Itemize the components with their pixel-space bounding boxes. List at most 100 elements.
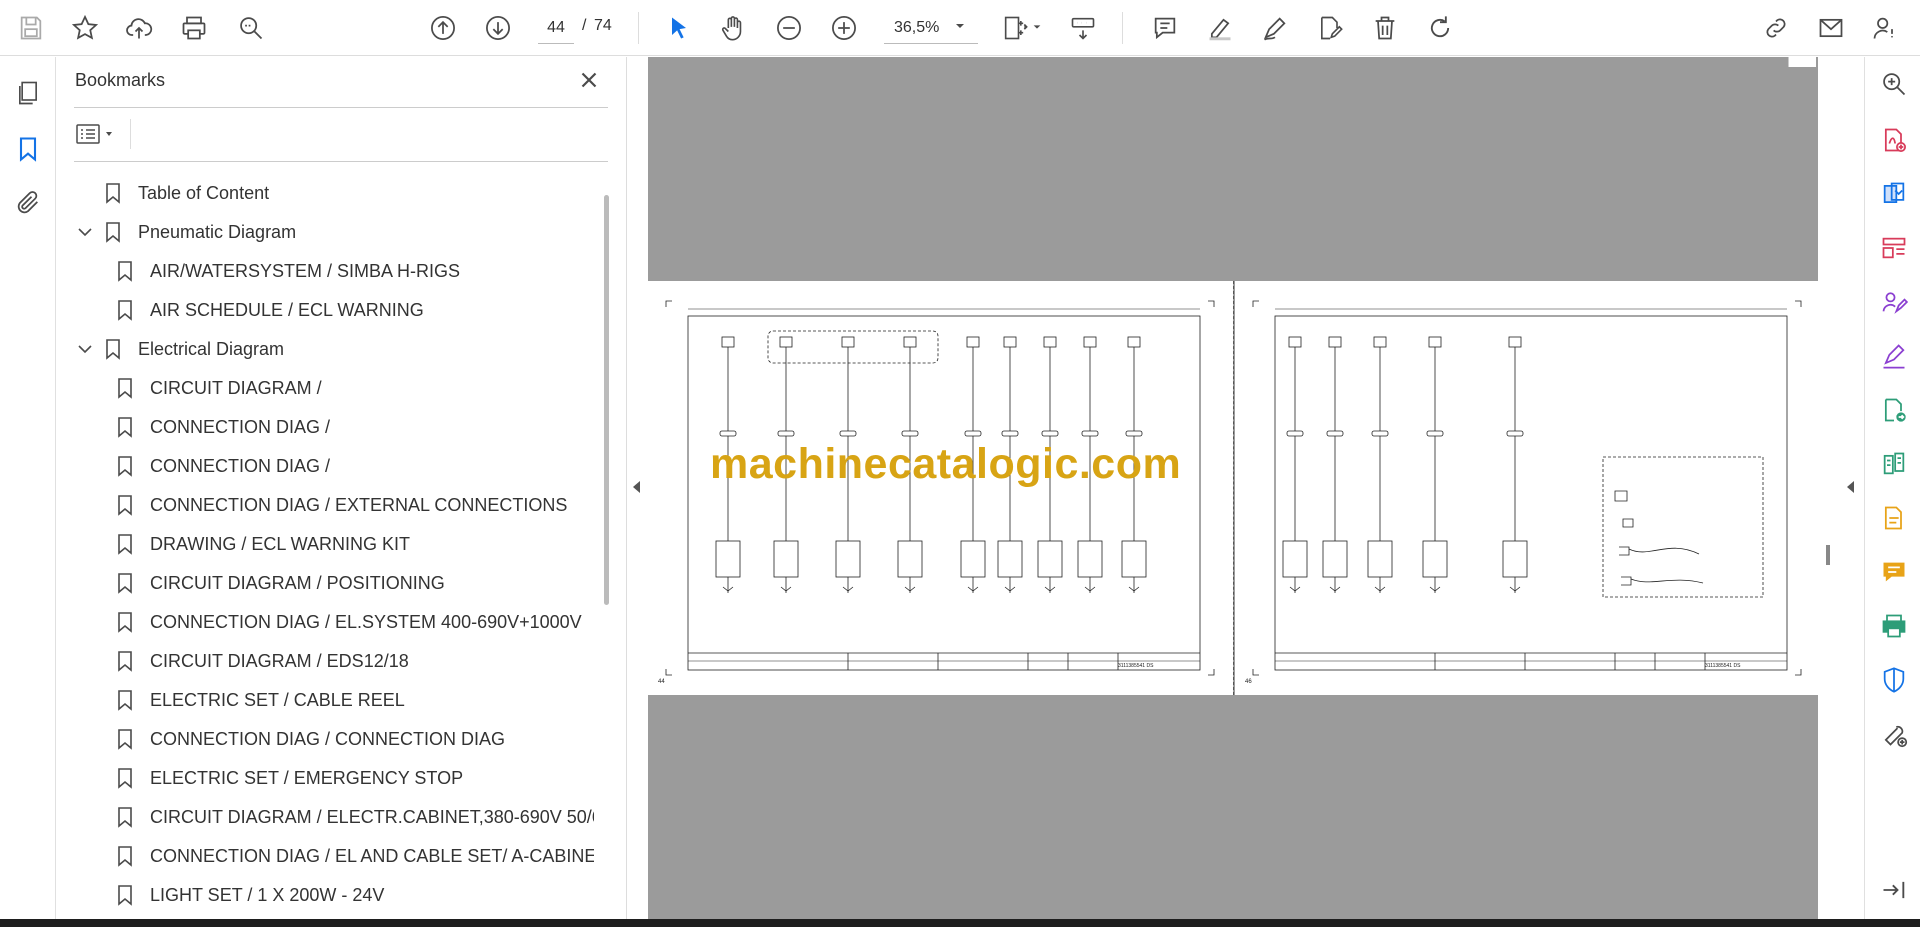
bookmark-label: AIR/WATERSYSTEM / SIMBA H-RIGS — [150, 260, 461, 281]
page-fit-icon[interactable] — [996, 9, 1034, 47]
page-fit-dropdown-icon[interactable] — [1032, 22, 1042, 32]
rotate-icon[interactable] — [1421, 9, 1459, 47]
main-toolbar: / 74 — [0, 0, 1920, 56]
right-tools-rail — [1864, 57, 1920, 919]
bookmarks-scrollbar-thumb[interactable] — [604, 195, 609, 605]
edit-text-icon[interactable] — [1311, 9, 1349, 47]
bookmark-item[interactable]: Electrical Diagram — [76, 333, 284, 365]
email-icon[interactable] — [1812, 9, 1850, 47]
bookmark-item[interactable]: ELECTRIC SET / CABLE REEL — [116, 684, 405, 716]
bookmark-label: CIRCUIT DIAGRAM / POSITIONING — [150, 572, 445, 593]
bookmark-ribbon-icon — [118, 261, 132, 282]
bookmark-ribbon-icon — [106, 183, 120, 204]
protect-shield-icon[interactable] — [1877, 663, 1911, 697]
panel-splitter[interactable] — [626, 57, 627, 919]
panel-divider — [74, 161, 608, 162]
star-bookmark-icon[interactable] — [66, 9, 104, 47]
create-pdf-icon[interactable] — [1877, 177, 1911, 211]
bookmarks-panel-icon[interactable] — [10, 131, 46, 167]
bookmark-item[interactable]: CONNECTION DIAG / EXTERNAL CONNECTIONS — [116, 489, 567, 521]
select-tool-icon[interactable] — [660, 9, 698, 47]
bookmark-item[interactable]: CIRCUIT DIAGRAM / — [116, 372, 322, 404]
comment-tool-icon[interactable] — [1877, 555, 1911, 589]
hand-tool-icon[interactable] — [714, 9, 752, 47]
bookmark-item[interactable]: CIRCUIT DIAGRAM / EDS12/18 — [116, 645, 409, 677]
bookmark-item[interactable]: CONNECTION DIAG / CONNECTION DIAG — [116, 723, 505, 755]
panel-divider — [74, 107, 608, 108]
bookmark-ribbon-icon — [118, 807, 132, 828]
comment-icon[interactable] — [1146, 9, 1184, 47]
zoom-dropdown-icon[interactable] — [954, 20, 966, 32]
request-signatures-icon[interactable] — [1877, 285, 1911, 319]
bookmark-ribbon-icon — [118, 768, 132, 789]
delete-icon[interactable] — [1366, 9, 1404, 47]
schematic-drawing-right: 46 3111385541 DS — [1245, 300, 1802, 685]
bookmarks-panel-title: Bookmarks — [75, 70, 166, 90]
document-page-right: 46 3111385541 DS — [1235, 281, 1819, 695]
bookmark-item[interactable]: ELECTRIC SET / EMERGENCY STOP — [116, 762, 463, 794]
bookmark-options-button[interactable] — [74, 119, 122, 149]
bookmark-item[interactable]: CONNECTION DIAG / EL.SYSTEM 400-690V+100… — [116, 606, 582, 638]
save-icon[interactable] — [12, 9, 50, 47]
close-icon[interactable] — [576, 67, 602, 93]
bookmark-label: CONNECTION DIAG / — [150, 455, 331, 476]
cloud-upload-icon[interactable] — [120, 9, 158, 47]
share-link-icon[interactable] — [1757, 9, 1795, 47]
zoom-in-icon[interactable] — [825, 9, 863, 47]
draw-pen-icon[interactable] — [1256, 9, 1294, 47]
zoom-tool-icon[interactable] — [1877, 67, 1911, 101]
print-production-icon[interactable] — [1877, 609, 1911, 643]
collapse-right-panel-icon[interactable] — [1844, 478, 1858, 496]
toolbar-divider — [638, 12, 639, 44]
bookmark-item[interactable]: DRAWING / ECL WARNING KIT — [116, 528, 410, 560]
compare-files-icon[interactable] — [1877, 447, 1911, 481]
fill-sign-icon[interactable] — [1877, 339, 1911, 373]
highlight-icon[interactable] — [1201, 9, 1239, 47]
bookmark-ribbon-icon — [106, 222, 120, 243]
taskbar-strip — [0, 919, 1920, 927]
bookmark-label: ELECTRIC SET / EMERGENCY STOP — [150, 767, 464, 788]
bookmark-item[interactable]: AIR SCHEDULE / ECL WARNING — [116, 294, 424, 326]
chevron-down-icon[interactable] — [76, 223, 94, 241]
document-scrollbar-thumb[interactable] — [1826, 545, 1830, 565]
scan-ocr-icon[interactable] — [1877, 501, 1911, 535]
bookmark-ribbon-icon — [106, 339, 120, 360]
chevron-down-icon[interactable] — [76, 340, 94, 358]
bookmark-label: Pneumatic Diagram — [138, 221, 297, 242]
export-pdf-icon[interactable] — [1877, 123, 1911, 157]
account-protect-icon[interactable] — [1866, 9, 1904, 47]
previous-page-icon[interactable] — [424, 9, 462, 47]
bookmark-ribbon-icon — [118, 378, 132, 399]
bookmark-item[interactable]: AIR/WATERSYSTEM / SIMBA H-RIGS — [116, 255, 460, 287]
expand-tools-panel-icon[interactable] — [1877, 873, 1911, 907]
scrolling-mode-icon[interactable] — [1064, 9, 1102, 47]
bookmark-item[interactable]: CONNECTION DIAG / EL AND CABLE SET/ A-CA… — [116, 840, 594, 872]
bookmark-label: DRAWING / ECL WARNING KIT — [150, 533, 411, 554]
print-icon[interactable] — [175, 9, 213, 47]
bookmark-ribbon-icon — [118, 417, 132, 438]
watermark-text: machinecatalogic.com — [710, 440, 1182, 488]
page-thumbnails-icon[interactable] — [10, 75, 46, 111]
bookmark-item[interactable]: LIGHT SET / 1 X 200W - 24V — [116, 879, 384, 911]
page-number-input[interactable] — [538, 12, 574, 44]
zoom-out-icon[interactable] — [770, 9, 808, 47]
collapse-left-panel-icon[interactable] — [630, 478, 644, 496]
bookmark-ribbon-icon — [118, 456, 132, 477]
send-for-review-icon[interactable] — [1877, 393, 1911, 427]
bookmark-item[interactable]: CONNECTION DIAG / — [116, 411, 330, 443]
bookmark-label: CONNECTION DIAG / EXTERNAL CONNECTIONS — [150, 494, 568, 515]
bookmark-item[interactable]: Table of Content — [76, 177, 269, 209]
attachments-icon[interactable] — [10, 185, 46, 221]
bookmark-label: CIRCUIT DIAGRAM / EDS12/18 — [150, 650, 409, 671]
organize-pages-icon[interactable] — [1877, 231, 1911, 265]
bookmark-item[interactable]: CONNECTION DIAG / — [116, 450, 330, 482]
bookmark-item[interactable]: CIRCUIT DIAGRAM / POSITIONING — [116, 567, 445, 599]
more-tools-icon[interactable] — [1877, 717, 1911, 751]
next-page-icon[interactable] — [479, 9, 517, 47]
list-options-icon — [76, 124, 112, 144]
find-text-icon[interactable] — [232, 9, 270, 47]
bookmark-label: CIRCUIT DIAGRAM / — [150, 377, 322, 398]
bookmark-item[interactable]: CIRCUIT DIAGRAM / ELECTR.CABINET,380-690… — [116, 801, 594, 833]
bookmark-item[interactable]: Pneumatic Diagram — [76, 216, 296, 248]
bookmark-tree: Table of Content Pneumatic Diagram AIR/WAT… — [74, 165, 594, 915]
